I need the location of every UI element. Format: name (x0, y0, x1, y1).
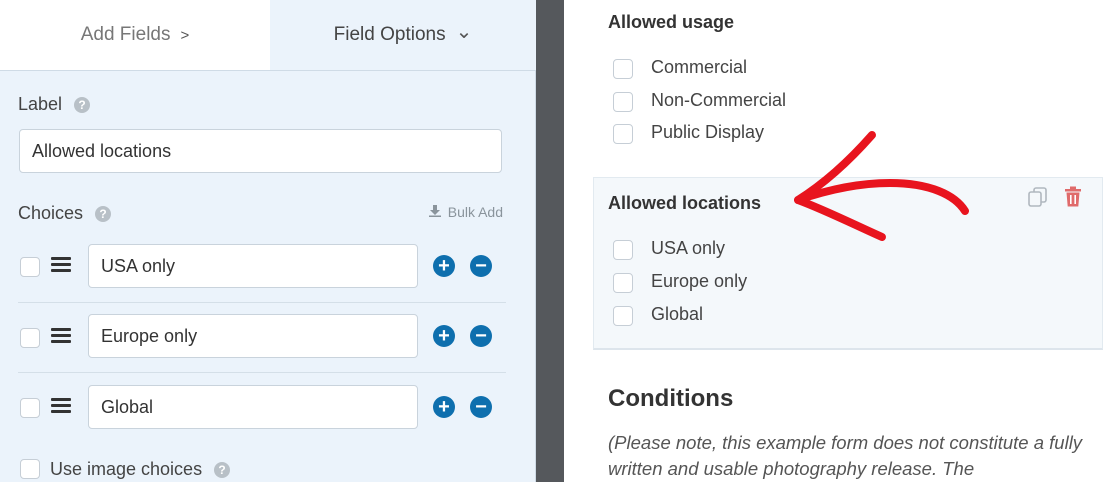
option-label: Global (651, 304, 704, 324)
bulk-add-label: Bulk Add (447, 204, 503, 220)
choice-default-checkbox[interactable] (20, 328, 40, 348)
add-choice-icon[interactable]: + (433, 396, 455, 418)
option-checkbox[interactable] (613, 92, 633, 112)
bulk-add-button[interactable]: Bulk Add (429, 204, 503, 220)
red-arrow-annotation (794, 131, 969, 241)
help-icon[interactable]: ? (95, 206, 112, 222)
choice-row: Global + − (18, 372, 506, 442)
choice-row: Europe only + − (18, 302, 506, 373)
option-label: USA only (651, 238, 726, 258)
chevron-down-icon: ⌄ (455, 20, 473, 43)
choice-input[interactable]: Global (88, 385, 418, 429)
add-choice-icon[interactable]: + (433, 325, 455, 347)
choice-default-checkbox[interactable] (20, 398, 40, 418)
label-title: Label (18, 94, 63, 114)
allowed-usage-title: Allowed usage (608, 12, 735, 32)
option-label: Commercial (651, 57, 748, 77)
tab-add-fields[interactable]: Add Fields > (0, 0, 270, 70)
option-checkbox[interactable] (613, 306, 633, 326)
use-image-choices-label: Use image choices (50, 459, 203, 479)
tab-field-options[interactable]: Field Options ⌄ (270, 0, 536, 70)
help-icon[interactable]: ? (214, 462, 231, 478)
choice-row: USA only + − (18, 232, 506, 303)
help-icon[interactable]: ? (74, 97, 91, 113)
remove-choice-icon[interactable]: − (470, 325, 492, 347)
add-choice-icon[interactable]: + (433, 255, 455, 277)
use-image-choices-checkbox[interactable] (20, 459, 40, 479)
duplicate-icon[interactable] (1027, 186, 1049, 213)
option-checkbox[interactable] (613, 124, 633, 144)
choice-input[interactable]: USA only (88, 244, 418, 288)
drag-handle-icon[interactable] (51, 257, 71, 273)
option-label: Europe only (651, 271, 748, 291)
trash-icon[interactable] (1063, 186, 1083, 213)
option-label: Non-Commercial (651, 90, 787, 110)
tab-field-options-label: Field Options (333, 24, 446, 45)
choices-title: Choices (18, 203, 84, 223)
option-checkbox[interactable] (613, 273, 633, 293)
panel-tabs: Add Fields > Field Options ⌄ (0, 0, 536, 71)
chevron-right-icon: > (180, 26, 190, 44)
allowed-locations-title: Allowed locations (608, 193, 762, 213)
field-options-panel: Add Fields > Field Options ⌄ Label? Allo… (0, 0, 536, 482)
option-checkbox[interactable] (613, 59, 633, 79)
label-heading: Label? (18, 94, 91, 115)
choice-input[interactable]: Europe only (88, 314, 418, 358)
panel-divider (536, 0, 564, 482)
conditions-note: (Please note, this example form does not… (608, 432, 1083, 479)
conditions-title: Conditions (608, 385, 734, 412)
choice-default-checkbox[interactable] (20, 257, 40, 277)
use-image-choices-heading: Use image choices? (50, 459, 231, 480)
choices-heading: Choices? (18, 203, 112, 224)
option-checkbox[interactable] (613, 240, 633, 260)
tab-add-fields-label: Add Fields (80, 24, 171, 45)
download-icon (429, 205, 445, 220)
remove-choice-icon[interactable]: − (470, 396, 492, 418)
option-label: Public Display (651, 122, 765, 142)
remove-choice-icon[interactable]: − (470, 255, 492, 277)
drag-handle-icon[interactable] (51, 398, 71, 414)
drag-handle-icon[interactable] (51, 328, 71, 344)
label-input[interactable]: Allowed locations (19, 129, 502, 173)
